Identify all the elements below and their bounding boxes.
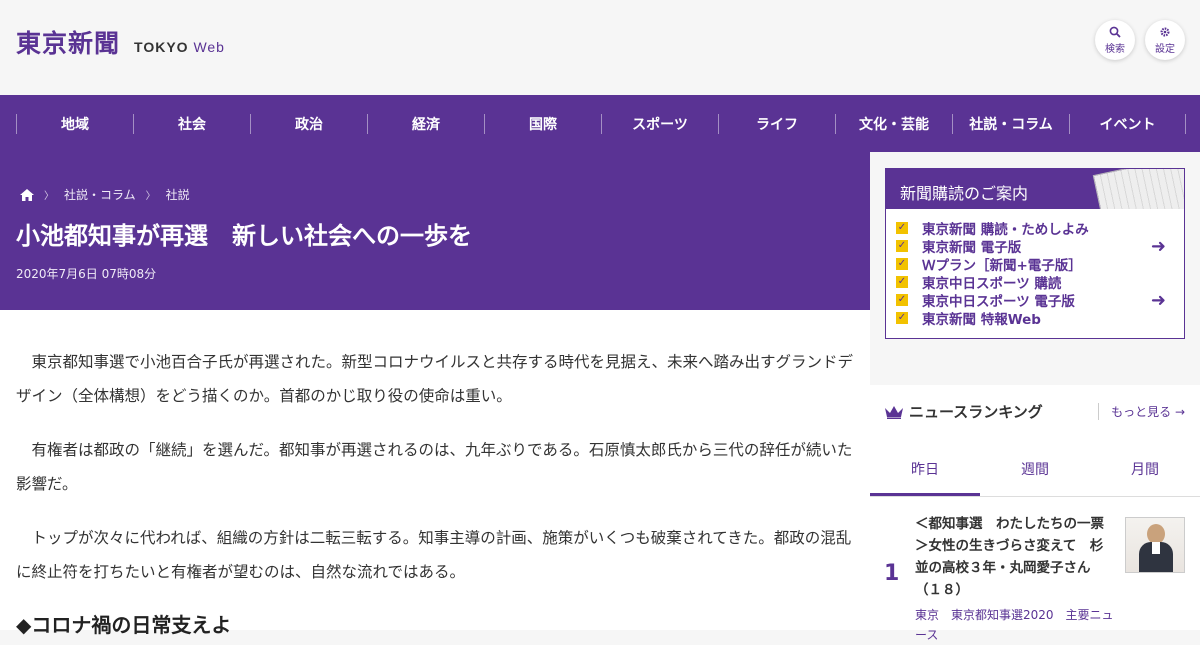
subscription-link[interactable]: ✓ 東京新聞 電子版 ➜ <box>896 236 1184 257</box>
logo-en-light: Web <box>193 39 225 55</box>
chevron-right-icon: 〉 <box>44 191 54 202</box>
subscription-link[interactable]: ✓ 東京中日スポーツ 購読 <box>896 273 1184 292</box>
subscription-link[interactable]: ✓ Ｗプラン［新聞+電子版］ <box>896 255 1184 274</box>
nav-item-politics[interactable]: 政治 <box>250 113 367 134</box>
site-header: 東京新聞 TOKYO Web 検索 設定 <box>0 0 1200 95</box>
more-link[interactable]: もっと見る → <box>1098 403 1185 420</box>
rank-number: 1 <box>884 561 900 586</box>
home-icon[interactable] <box>20 188 34 201</box>
search-label: 検索 <box>1105 43 1125 55</box>
search-button[interactable]: 検索 <box>1095 20 1135 60</box>
logo-en-bold: TOKYO <box>134 39 189 55</box>
logo-jp: 東京新聞 <box>16 29 121 58</box>
article-hero: 〉 社説・コラム 〉 社説 小池都知事が再選 新しい社会への一歩を 2020年7… <box>0 152 870 310</box>
sidebar: 新聞購読のご案内 ✓ 東京新聞 購読・ためしよみ ✓ 東京新聞 電子版 ➜ ✓ … <box>870 152 1200 642</box>
search-icon <box>1109 26 1121 38</box>
news-ranking: ニュースランキング もっと見る → 昨日 週間 月間 1 ＜都知事選 わたしたち… <box>870 385 1200 642</box>
breadcrumb-item-editorial[interactable]: 社説・コラム <box>64 186 136 203</box>
crown-icon <box>885 405 903 419</box>
checkbox-icon: ✓ <box>896 276 908 288</box>
settings-label: 設定 <box>1155 43 1175 55</box>
article-body: 東京都知事選で小池百合子氏が再選された。新型コロナウイルスと共存する時代を見据え… <box>0 310 870 637</box>
subscription-link-label: 東京中日スポーツ 電子版 <box>922 294 1075 310</box>
ranking-header: ニュースランキング <box>885 401 1043 422</box>
site-logo[interactable]: 東京新聞 TOKYO Web <box>16 24 225 60</box>
nav-item-society[interactable]: 社会 <box>133 113 250 134</box>
subscription-box: 新聞購読のご案内 ✓ 東京新聞 購読・ためしよみ ✓ 東京新聞 電子版 ➜ ✓ … <box>885 168 1185 339</box>
ranking-tags[interactable]: 東京 東京都知事選2020 主要ニュース <box>915 605 1115 645</box>
subscription-link[interactable]: ✓ 東京新聞 特報Web <box>896 309 1184 328</box>
ranking-headline[interactable]: ＜都知事選 わたしたちの一票＞女性の生きづらさ変えて 杉並の高校３年・丸岡愛子さ… <box>915 513 1115 601</box>
page-title: 小池都知事が再選 新しい社会への一歩を <box>16 222 472 250</box>
tab-yesterday[interactable]: 昨日 <box>870 445 980 496</box>
login-icon[interactable]: ➜ <box>1151 236 1166 257</box>
article-paragraph: 有権者は都政の「継続」を選んだ。都知事が再選されるのは、九年ぶりである。石原慎太… <box>16 441 853 493</box>
nav-item-sports[interactable]: スポーツ <box>601 113 718 134</box>
article-paragraph: 東京都知事選で小池百合子氏が再選された。新型コロナウイルスと共存する時代を見据え… <box>16 353 854 405</box>
main-nav: 地域 社会 政治 経済 国際 スポーツ ライフ 文化・芸能 社説・コラム イベン… <box>0 95 1200 152</box>
checkbox-icon: ✓ <box>896 258 908 270</box>
nav-item-culture[interactable]: 文化・芸能 <box>835 113 952 134</box>
article-subheading: ◆コロナ禍の日常支えよ <box>16 613 232 637</box>
gear-icon <box>1160 26 1170 37</box>
checkbox-icon: ✓ <box>896 312 908 324</box>
subscription-link-label: Ｗプラン［新聞+電子版］ <box>922 258 1082 274</box>
nav-item-life[interactable]: ライフ <box>718 113 835 134</box>
subscription-header: 新聞購読のご案内 <box>886 169 1184 209</box>
subscription-link-label: 東京新聞 購読・ためしよみ <box>922 222 1089 238</box>
login-icon[interactable]: ➜ <box>1151 290 1166 311</box>
ranking-thumbnail[interactable] <box>1125 517 1185 573</box>
arrow-right-icon: → <box>1174 405 1185 419</box>
subscription-heading: 新聞購読のご案内 <box>900 184 1029 203</box>
checkbox-icon: ✓ <box>896 294 908 306</box>
nav-item-region[interactable]: 地域 <box>16 113 133 134</box>
nav-item-international[interactable]: 国際 <box>484 113 601 134</box>
subscription-link[interactable]: ✓ 東京新聞 購読・ためしよみ <box>896 219 1184 238</box>
settings-button[interactable]: 設定 <box>1145 20 1185 60</box>
breadcrumb: 〉 社説・コラム 〉 社説 <box>20 186 190 203</box>
ranking-tabs: 昨日 週間 月間 <box>870 445 1200 497</box>
article-date: 2020年7月6日 07時08分 <box>16 267 157 281</box>
subscription-link-label: 東京中日スポーツ 購読 <box>922 276 1062 292</box>
ranking-title: ニュースランキング <box>909 403 1043 421</box>
subscription-link[interactable]: ✓ 東京中日スポーツ 電子版 ➜ <box>896 290 1184 311</box>
subscription-link-label: 東京新聞 特報Web <box>922 312 1041 328</box>
tab-monthly[interactable]: 月間 <box>1090 445 1200 496</box>
chevron-right-icon: 〉 <box>145 191 156 202</box>
breadcrumb-item-leader[interactable]: 社説 <box>166 186 190 203</box>
nav-item-events[interactable]: イベント <box>1069 113 1186 134</box>
subscription-list: ✓ 東京新聞 購読・ためしよみ ✓ 東京新聞 電子版 ➜ ✓ Ｗプラン［新聞+電… <box>886 209 1184 328</box>
thumbnail-collar <box>1152 542 1160 554</box>
checkbox-icon: ✓ <box>896 240 908 252</box>
newspaper-image <box>1092 169 1184 209</box>
nav-item-economy[interactable]: 経済 <box>367 113 484 134</box>
nav-item-editorial[interactable]: 社説・コラム <box>952 113 1069 134</box>
tab-weekly[interactable]: 週間 <box>980 445 1090 496</box>
more-link-label: もっと見る <box>1111 405 1172 419</box>
checkbox-icon: ✓ <box>896 222 908 234</box>
thumbnail-head <box>1147 524 1165 544</box>
subscription-link-label: 東京新聞 電子版 <box>922 240 1022 256</box>
logo-en: TOKYO Web <box>134 39 225 55</box>
article-paragraph: トップが次々に代われば、組織の方針は二転三転する。知事主導の計画、施策がいくつも… <box>16 529 852 581</box>
